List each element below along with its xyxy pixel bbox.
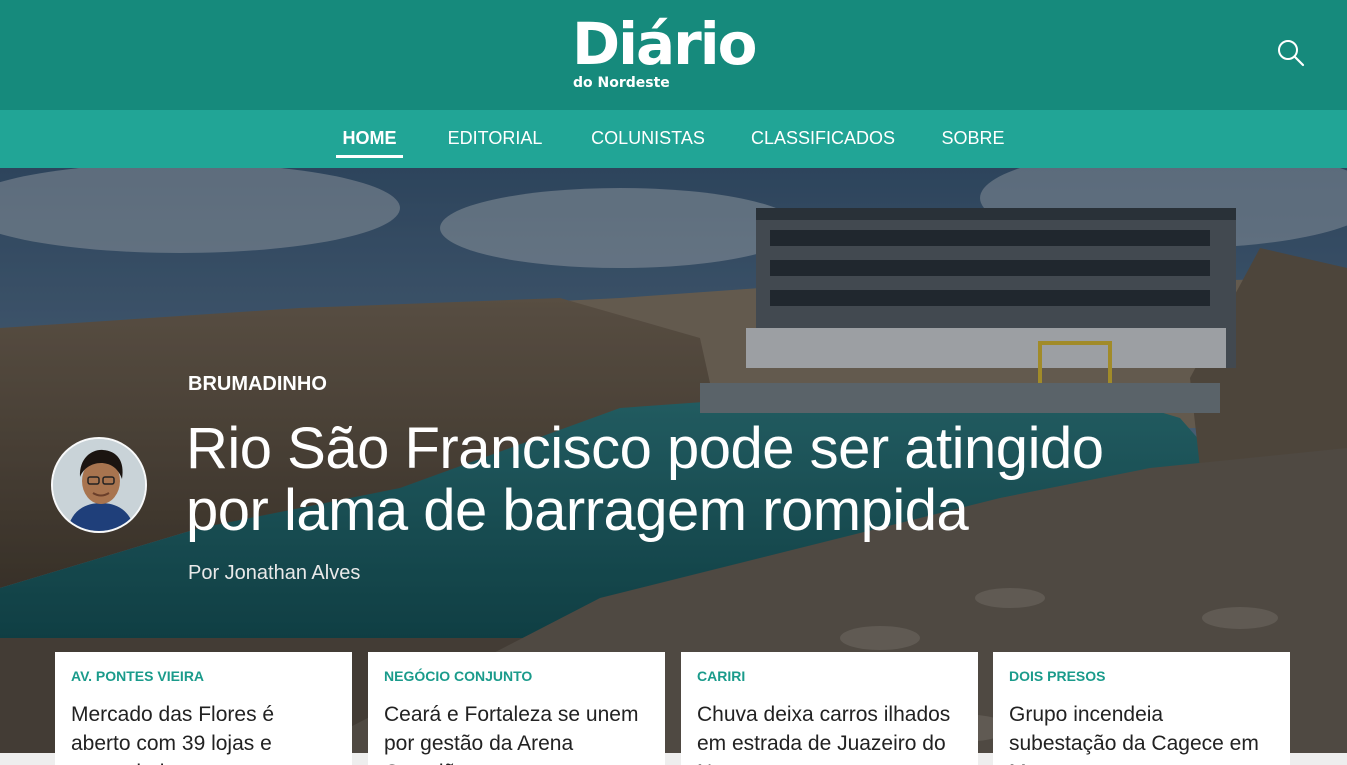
hero-headline-line-2: por lama de barragem rompida	[186, 478, 969, 543]
card-tag: DOIS PRESOS	[1009, 668, 1106, 684]
nav-item-home[interactable]: HOME	[336, 110, 403, 158]
card-title: Mercado das Flores é aberto com 39 lojas…	[71, 703, 275, 765]
card-tag: CARIRI	[697, 668, 746, 684]
author-avatar[interactable]	[51, 437, 147, 533]
hero-byline: Por Jonathan Alves	[188, 562, 361, 584]
site-logo[interactable]: Diário do Nordeste	[572, 12, 782, 98]
nav-item-colunistas[interactable]: COLUNISTAS	[589, 110, 707, 168]
news-card[interactable]: CARIRI Chuva deixa carros ilhados em est…	[681, 652, 978, 765]
nav-item-classificados[interactable]: CLASSIFICADOS	[751, 110, 895, 168]
logo-wordmark: Diário	[572, 10, 757, 78]
card-tag: NEGÓCIO CONJUNTO	[384, 668, 533, 684]
news-card[interactable]: DOIS PRESOS Grupo incendeia subestação d…	[993, 652, 1290, 765]
news-card[interactable]: AV. PONTES VIEIRA Mercado das Flores é a…	[55, 652, 352, 765]
card-tag: AV. PONTES VIEIRA	[71, 668, 205, 684]
main-nav: HOME EDITORIAL COLUNISTAS CLASSIFICADOS …	[0, 110, 1347, 168]
search-icon	[1278, 40, 1305, 67]
card-title: Grupo incendeia subestação da Cagece em …	[1009, 703, 1259, 765]
hero-kicker[interactable]: BRUMADINHO	[188, 373, 327, 396]
card-title: Chuva deixa carros ilhados em estrada de…	[697, 703, 951, 765]
site-header: Diário do Nordeste	[0, 0, 1347, 110]
nav-item-editorial[interactable]: EDITORIAL	[446, 110, 544, 168]
logo-subtitle: do Nordeste	[573, 75, 670, 91]
hero-headline[interactable]: Rio São Francisco pode ser atingido por …	[186, 418, 1286, 542]
card-title: Ceará e Fortaleza se unem por gestão da …	[384, 703, 639, 765]
nav-item-sobre[interactable]: SOBRE	[940, 110, 1006, 168]
news-card[interactable]: NEGÓCIO CONJUNTO Ceará e Fortaleza se un…	[368, 652, 665, 765]
hero-headline-line-1: Rio São Francisco pode ser atingido	[186, 416, 1104, 481]
author-portrait	[53, 439, 145, 531]
search-button[interactable]	[1272, 34, 1310, 72]
